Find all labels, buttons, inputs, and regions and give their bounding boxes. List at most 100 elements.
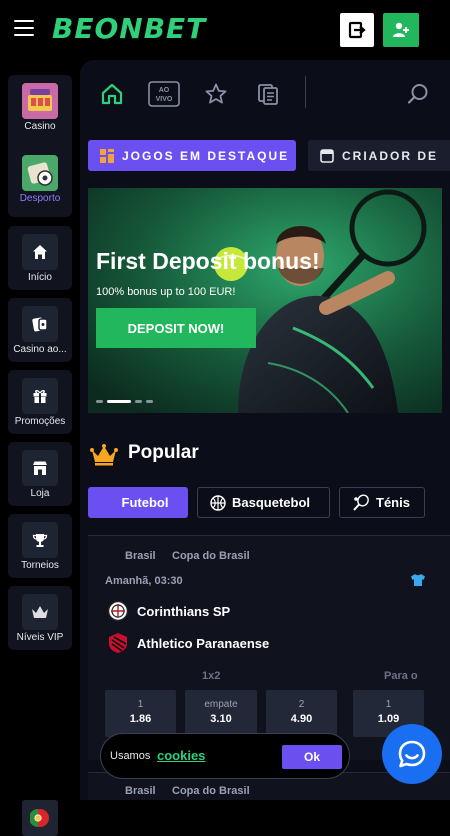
cookie-ok-button[interactable]: Ok: [282, 745, 342, 769]
language-selector[interactable]: [22, 800, 58, 836]
sidebar-item-casino[interactable]: Casino: [8, 75, 72, 139]
sports-icon: [22, 155, 58, 191]
live-chat-button[interactable]: [382, 724, 442, 784]
search-button[interactable]: [404, 80, 432, 108]
odd-label: 1: [385, 699, 392, 710]
betslip-icon: [258, 84, 278, 105]
home-icon: [22, 234, 58, 270]
market-label: Para o: [384, 670, 418, 682]
sidebar-item-label: Níveis VIP: [16, 632, 64, 643]
odd-button-draw[interactable]: empate 3.10: [185, 690, 257, 737]
sidebar-item-label: Torneios: [21, 560, 59, 571]
market-label: 1x2: [202, 670, 221, 682]
home-icon: [101, 83, 123, 105]
register-button[interactable]: [383, 13, 419, 47]
tab-tennis[interactable]: Ténis: [339, 487, 425, 518]
carousel-dot[interactable]: [146, 400, 153, 403]
sidebar-item-home[interactable]: Início: [8, 226, 72, 290]
login-icon: [348, 21, 366, 39]
live-casino-icon: [22, 306, 58, 342]
tab-label: Basquetebol: [232, 495, 311, 510]
cookie-text: Usamos: [110, 750, 151, 762]
tab-football[interactable]: Futebol: [88, 487, 188, 518]
shop-icon: [22, 450, 58, 486]
sidebar-item-shop[interactable]: Loja: [8, 442, 72, 506]
athletico-logo-icon: [109, 633, 127, 653]
top-bar: BEONBET: [0, 0, 450, 60]
cookie-banner: Usamos cookies Ok: [100, 733, 350, 779]
carousel-dot[interactable]: [135, 400, 142, 403]
sidebar-item-live-casino[interactable]: Casino ao...: [8, 298, 72, 362]
popular-heading: Popular: [128, 442, 199, 463]
tab-label: Ténis: [376, 495, 410, 510]
odd-button-away[interactable]: 2 4.90: [266, 690, 337, 737]
tab-basketball[interactable]: Basquetebol: [197, 487, 330, 518]
main-content: AO VIVO JOGOS EM DESTAQUE CRIADOR DE Fir…: [80, 60, 450, 800]
jersey-icon: [411, 574, 425, 586]
carousel-dots: [96, 400, 153, 403]
trophy-icon: [22, 522, 58, 558]
odd-label: 2: [298, 699, 305, 710]
deposit-now-button[interactable]: DEPOSIT NOW!: [96, 308, 256, 348]
betslip-nav-button[interactable]: [254, 80, 282, 108]
favorites-nav-button[interactable]: [202, 80, 230, 108]
odd-label: 1: [137, 699, 144, 710]
search-icon: [407, 84, 428, 104]
bet-builder-pill[interactable]: CRIADOR DE: [308, 140, 450, 171]
odd-button-home[interactable]: 1 1.86: [105, 690, 176, 737]
banner-subtitle: 100% bonus up to 100 EUR!: [96, 286, 236, 298]
away-team: Athletico Paranaense: [137, 636, 270, 651]
home-team: Corinthians SP: [137, 604, 231, 619]
sidebar-item-promotions[interactable]: Promoções: [8, 370, 72, 434]
odd-value: 4.90: [290, 713, 313, 725]
odd-value: 1.86: [129, 713, 152, 725]
match-competition: Copa do Brasil: [172, 550, 250, 562]
match-card[interactable]: Brasil Copa do Brasil Amanhã, 03:30 Cori…: [88, 535, 450, 760]
promo-banner[interactable]: First Deposit bonus! 100% bonus up to 10…: [88, 188, 442, 413]
chat-bubble-icon: [398, 740, 426, 768]
crown-icon: [90, 444, 118, 466]
odd-label: empate: [204, 699, 238, 710]
sidebar-item-label: Desporto: [19, 193, 61, 204]
live-nav-button[interactable]: AO VIVO: [148, 80, 180, 108]
sidebar-item-label: Promoções: [14, 416, 66, 427]
carousel-dot-active[interactable]: [107, 400, 131, 403]
tennis-racket-icon: [352, 493, 370, 512]
match-country: Brasil: [125, 550, 156, 562]
sidebar-item-label: Loja: [30, 488, 50, 499]
sidebar-item-vip-levels[interactable]: Níveis VIP: [8, 586, 72, 650]
match-time: Amanhã, 03:30: [105, 575, 183, 587]
sports-nav: AO VIVO: [80, 60, 450, 126]
portugal-flag-icon: [30, 809, 49, 827]
login-button[interactable]: [340, 13, 374, 47]
featured-games-pill[interactable]: JOGOS EM DESTAQUE: [88, 140, 296, 171]
home-nav-button[interactable]: [98, 80, 126, 108]
star-icon: [205, 83, 227, 104]
corinthians-logo-icon: [107, 600, 129, 622]
sidebar-item-label: Início: [28, 272, 52, 283]
sidebar-item-label: Casino ao...: [13, 344, 67, 355]
live-icon: AO VIVO: [148, 81, 180, 107]
svg-text:AO: AO: [159, 87, 170, 94]
nav-divider: [305, 76, 306, 108]
sidebar-item-label: Casino: [24, 121, 56, 132]
grid-icon: [100, 148, 114, 163]
hamburger-icon[interactable]: [14, 20, 34, 36]
sidebar: Casino Desporto Início Casino ao... Prom…: [0, 60, 80, 836]
gift-icon: [22, 378, 58, 414]
sidebar-item-sports[interactable]: Desporto: [8, 147, 72, 211]
odd-value: 3.10: [210, 713, 232, 725]
sidebar-item-tournaments[interactable]: Torneios: [8, 514, 72, 578]
svg-text:VIVO: VIVO: [156, 96, 173, 103]
cookies-link[interactable]: cookies: [157, 748, 205, 763]
match-country: Brasil: [125, 785, 156, 797]
bet-builder-label: CRIADOR DE: [342, 148, 439, 163]
beonbet-logo[interactable]: BEONBET: [52, 12, 206, 45]
carousel-dot[interactable]: [96, 400, 103, 403]
tab-label: Futebol: [121, 495, 169, 510]
add-user-icon: [393, 22, 409, 37]
basketball-icon: [210, 494, 226, 511]
crown-icon: [22, 594, 58, 630]
creator-icon: [320, 148, 334, 163]
casino-icon: [22, 83, 58, 119]
